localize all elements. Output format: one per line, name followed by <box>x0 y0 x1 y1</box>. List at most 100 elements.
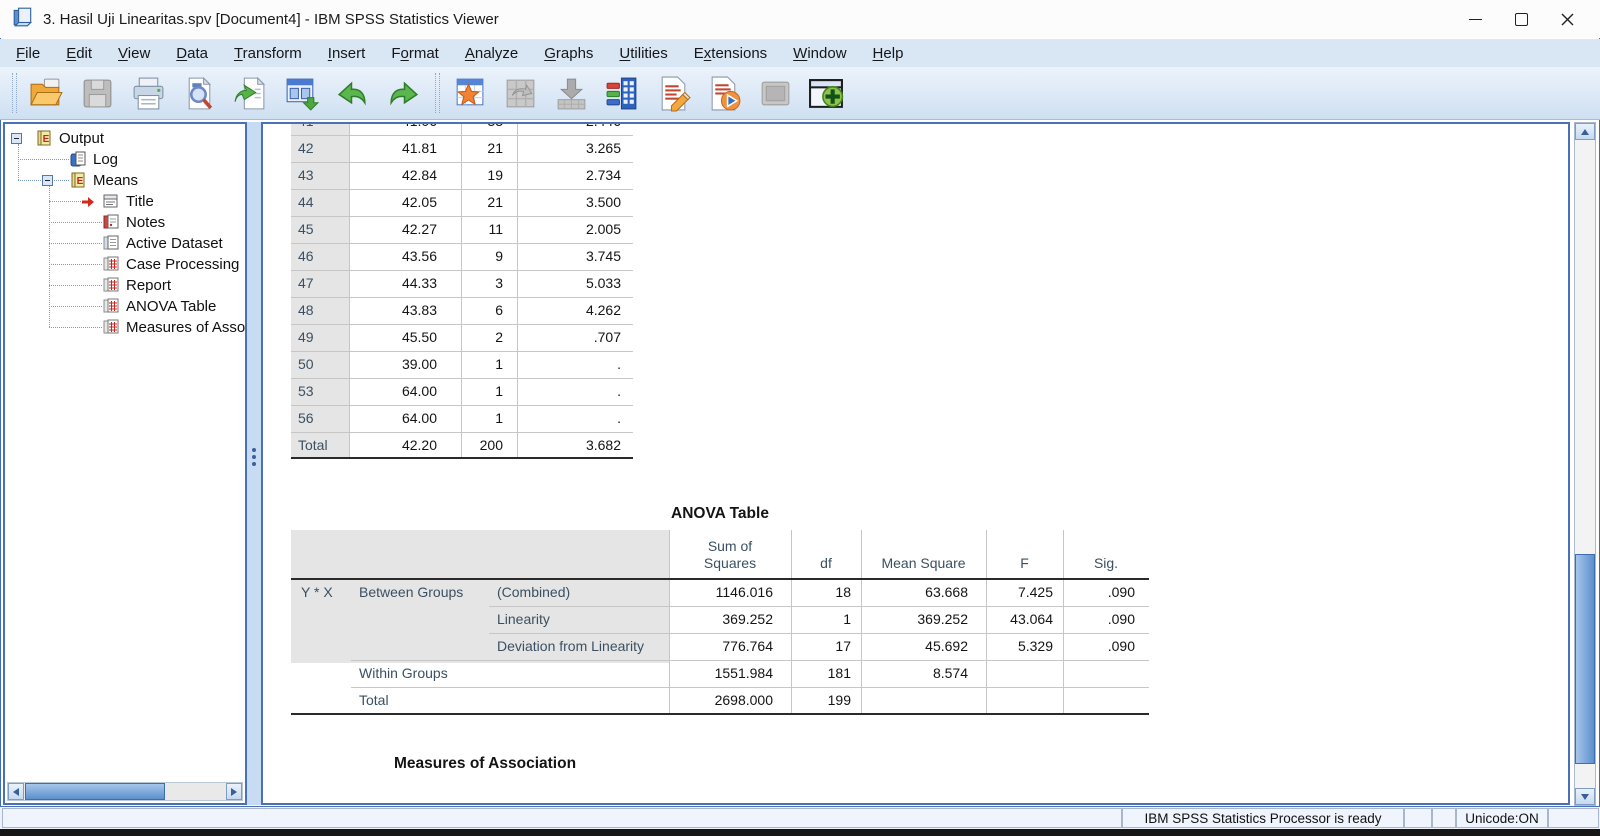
scroll-left-button[interactable] <box>8 783 24 800</box>
print-icon[interactable] <box>127 72 169 114</box>
app-icon <box>12 6 34 33</box>
report-row-label: 49 <box>298 329 314 345</box>
outline-tree-panel[interactable]: E Output Log E Means Title Notes Active Dataset… <box>3 122 247 805</box>
sidebar-item-means[interactable]: Means <box>93 170 138 191</box>
table-icon <box>102 297 120 315</box>
menu-file[interactable]: File <box>3 42 53 65</box>
grip-dot <box>252 448 256 452</box>
report-cell: 2.446 <box>517 124 621 135</box>
edit-document-icon[interactable] <box>652 72 694 114</box>
report-table[interactable]: 4141.06332.4464241.81213.2654342.84192.7… <box>291 124 633 459</box>
export-icon[interactable] <box>229 72 271 114</box>
anova-table[interactable]: Sum of Squares df Mean Square F Sig. Y * X Betw… <box>291 530 1149 715</box>
sidebar-item-report[interactable]: Report <box>126 275 171 296</box>
recall-dialogs-icon[interactable] <box>280 72 322 114</box>
right-arrow-icon <box>231 787 237 796</box>
report-cell: . <box>617 410 621 426</box>
processor-status: IBM SPSS Statistics Processor is ready <box>1122 808 1404 828</box>
report-row-label: 53 <box>298 383 314 399</box>
menu-view[interactable]: View <box>105 42 163 65</box>
menu-utilities[interactable]: Utilities <box>606 42 680 65</box>
maximize-button[interactable] <box>1498 0 1544 38</box>
sidebar-item-notes[interactable]: Notes <box>126 212 165 233</box>
grip-dot <box>252 455 256 459</box>
goto-case-icon[interactable] <box>448 72 490 114</box>
sidebar-item-measures-of-asso[interactable]: Measures of Asso <box>126 317 245 338</box>
report-cell: 3 <box>495 275 503 291</box>
report-cell: 2.734 <box>585 167 621 183</box>
anova-cell: .090 <box>1107 584 1135 600</box>
sidebar-item-anova-table[interactable]: ANOVA Table <box>126 296 216 317</box>
report-row-label: 47 <box>298 275 314 291</box>
report-row-label: 56 <box>298 410 314 426</box>
tree-connector <box>49 264 102 265</box>
menu-insert[interactable]: Insert <box>315 42 379 65</box>
insert-cases-icon <box>550 72 592 114</box>
report-row-label: 46 <box>298 248 314 264</box>
title-bar: 3. Hasil Uji Linearitas.spv [Document4] … <box>0 0 1600 38</box>
anova-group-label: Total <box>359 692 389 708</box>
tree-hscroll-thumb[interactable] <box>25 783 165 800</box>
anova-cell: 1 <box>843 611 851 627</box>
tree-connector <box>18 159 69 160</box>
menu-edit[interactable]: Edit <box>53 42 105 65</box>
print-preview-icon[interactable] <box>178 72 220 114</box>
report-cell: 3.500 <box>585 194 621 210</box>
sidebar-item-output[interactable]: Output <box>59 128 104 149</box>
tree-expander-means[interactable] <box>42 175 53 186</box>
tree-horizontal-scrollbar[interactable] <box>7 782 243 801</box>
menu-help[interactable]: Help <box>860 42 917 65</box>
scroll-up-button[interactable] <box>1575 123 1595 140</box>
report-cell: 11 <box>488 221 503 237</box>
split-divider[interactable] <box>247 122 261 805</box>
anova-cell: 2698.000 <box>714 692 773 708</box>
anova-cell: 17 <box>835 638 851 654</box>
open-file-icon[interactable] <box>25 72 67 114</box>
report-row-label: 48 <box>298 302 314 318</box>
run-script-icon[interactable] <box>703 72 745 114</box>
anova-column-header: Mean Square <box>881 555 966 571</box>
close-button[interactable] <box>1544 0 1590 38</box>
measures-of-association-heading: Measures of Association <box>394 755 577 772</box>
report-cell: 9 <box>495 248 503 264</box>
report-cell: 43.83 <box>401 302 437 318</box>
variables-icon[interactable] <box>601 72 643 114</box>
content-vertical-scrollbar[interactable] <box>1574 122 1596 806</box>
goto-variable-icon <box>499 72 541 114</box>
menu-format[interactable]: Format <box>378 42 452 65</box>
menu-window[interactable]: Window <box>780 42 859 65</box>
unicode-status: Unicode:ON <box>1456 808 1548 828</box>
menu-extensions[interactable]: Extensions <box>681 42 780 65</box>
report-row-label: Total <box>298 437 328 453</box>
menu-analyze[interactable]: Analyze <box>452 42 531 65</box>
anova-cell: 199 <box>827 692 851 708</box>
report-cell: 200 <box>479 437 503 453</box>
report-cell: 42.20 <box>401 437 437 453</box>
tree-expander-output[interactable] <box>11 133 22 144</box>
sidebar-item-title[interactable]: Title <box>126 191 154 212</box>
content-vscroll-thumb[interactable] <box>1575 554 1595 764</box>
anova-cell: 369.252 <box>722 611 773 627</box>
scroll-down-button[interactable] <box>1575 788 1595 805</box>
report-cell: 1 <box>495 356 503 372</box>
anova-cell: 18 <box>835 584 851 600</box>
sidebar-item-case-processing[interactable]: Case Processing <box>126 254 239 275</box>
anova-cell: 1146.016 <box>715 584 773 600</box>
undo-icon[interactable] <box>331 72 373 114</box>
table-icon <box>102 255 120 273</box>
spss-viewer-window: 3. Hasil Uji Linearitas.spv [Document4] … <box>0 0 1600 836</box>
scroll-right-button[interactable] <box>226 783 242 800</box>
report-cell: 3.265 <box>585 140 621 156</box>
redo-icon[interactable] <box>382 72 424 114</box>
output-content-panel[interactable]: 4141.06332.4464241.81213.2654342.84192.7… <box>261 122 1570 805</box>
menu-data[interactable]: Data <box>163 42 221 65</box>
status-bar: IBM SPSS Statistics Processor is ready U… <box>0 806 1600 829</box>
minimize-button[interactable] <box>1452 0 1498 38</box>
report-cell: 42.05 <box>401 194 437 210</box>
menu-transform[interactable]: Transform <box>221 42 315 65</box>
anova-group-label: Between Groups <box>359 584 464 600</box>
designate-window-icon[interactable] <box>805 72 847 114</box>
sidebar-item-active-dataset[interactable]: Active Dataset <box>126 233 223 254</box>
menu-graphs[interactable]: Graphs <box>531 42 606 65</box>
sidebar-item-log[interactable]: Log <box>93 149 118 170</box>
